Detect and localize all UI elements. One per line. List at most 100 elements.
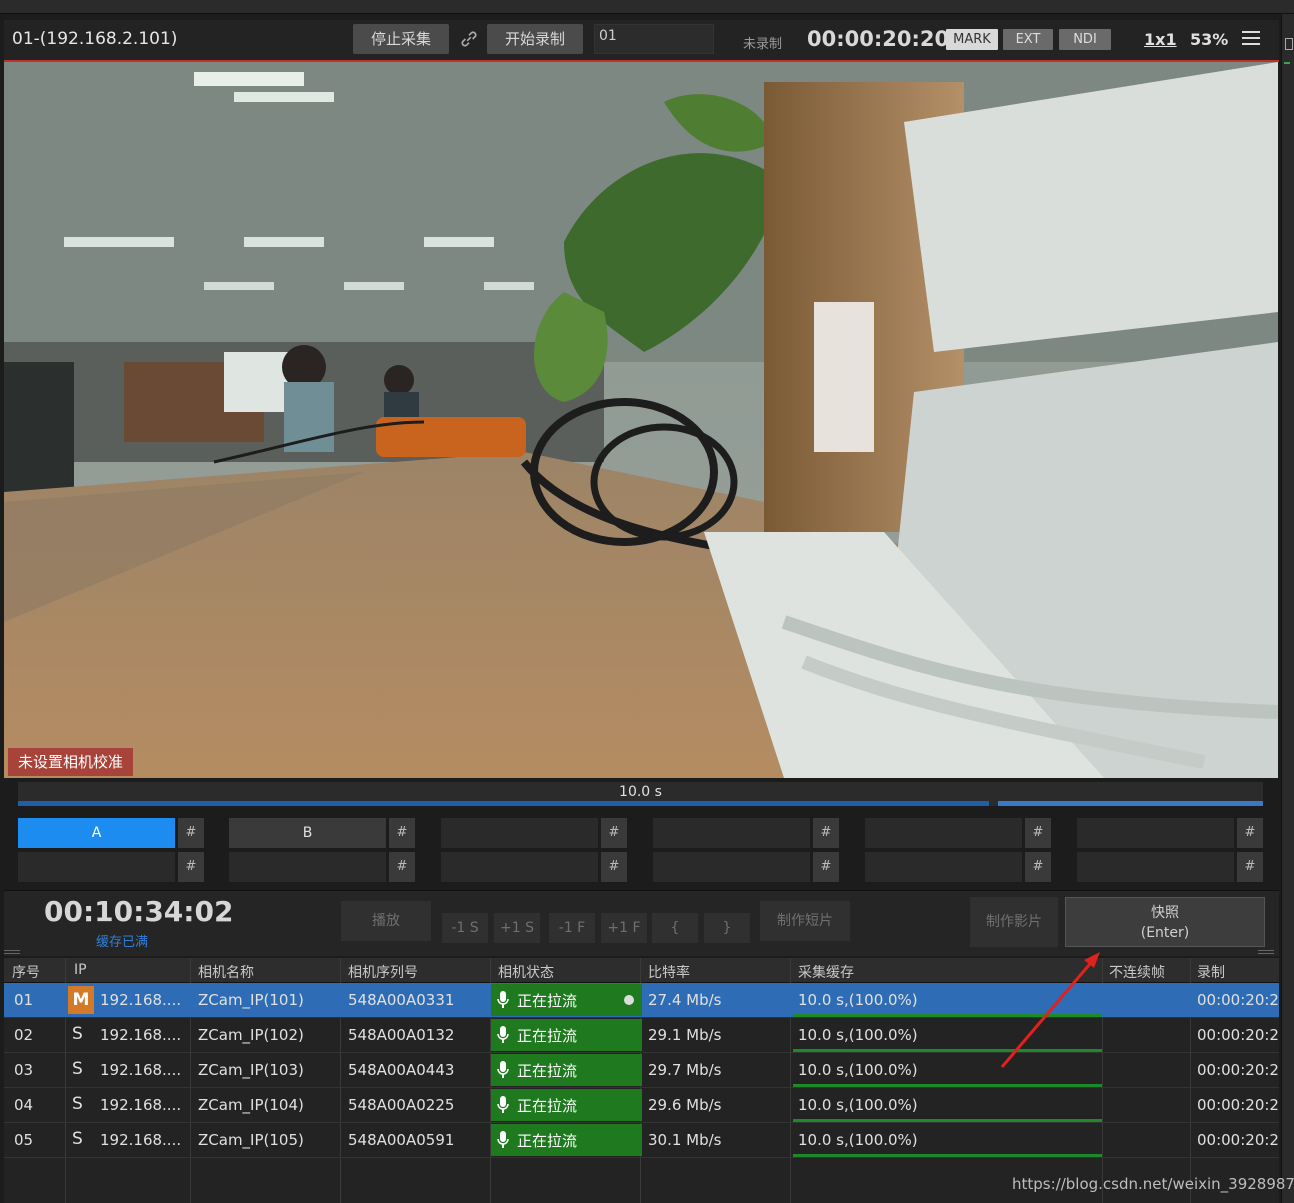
slot-b[interactable]: B	[229, 818, 386, 848]
slot-b-hash-button[interactable]: #	[389, 818, 415, 848]
row-status: 正在拉流	[491, 1124, 642, 1156]
hamburger-menu-icon[interactable]	[1242, 31, 1260, 47]
row-record-time: 00:00:20:20	[1197, 1131, 1279, 1149]
row-status: 正在拉流	[491, 1019, 642, 1051]
monitor-header: 01-(192.168.2.101) 停止采集 开始录制 01 未录制 00:0…	[4, 20, 1279, 62]
row-no: 02	[14, 1026, 34, 1044]
row-ip: 192.168....	[100, 1061, 182, 1079]
slot-4[interactable]	[653, 818, 810, 848]
plus-1f-button[interactable]: +1 F	[601, 913, 647, 943]
slot-5-hash-button[interactable]: #	[1025, 818, 1051, 848]
microphone-icon	[497, 991, 509, 1008]
row-buffer: 10.0 s,(100.0%)	[798, 1061, 918, 1079]
slot-6-hash-button[interactable]: #	[1237, 818, 1263, 848]
row-status-text: 正在拉流	[517, 1062, 578, 1080]
slot-a-hash-button[interactable]: #	[178, 818, 204, 848]
row-no: 05	[14, 1131, 34, 1149]
splitter-handle-right[interactable]	[1258, 950, 1274, 954]
record-timecode: 00:00:20:20	[807, 27, 950, 51]
row-camera-name: ZCam_IP(104)	[198, 1096, 304, 1114]
microphone-icon	[497, 1026, 509, 1043]
slot-row2-1-hash-button[interactable]: #	[178, 852, 204, 882]
row-buffer: 10.0 s,(100.0%)	[798, 1026, 918, 1044]
col-dropped[interactable]: 不连续帧	[1109, 962, 1165, 982]
slot-row2-5[interactable]	[865, 852, 1022, 882]
start-record-button[interactable]: 开始录制	[487, 24, 583, 54]
make-short-clip-button[interactable]: 制作短片	[760, 901, 850, 941]
microphone-icon	[497, 1131, 509, 1148]
plus-1s-button[interactable]: +1 S	[494, 913, 540, 943]
stop-capture-button[interactable]: 停止采集	[353, 24, 449, 54]
right-panel-edge	[1281, 14, 1294, 1203]
table-row[interactable]: 05 S 192.168.... ZCam_IP(105) 548A00A0591 正在拉…	[4, 1123, 1279, 1158]
col-record[interactable]: 录制	[1197, 962, 1225, 982]
ndi-toggle[interactable]: NDI	[1059, 29, 1111, 50]
slot-row2-2-hash-button[interactable]: #	[389, 852, 415, 882]
row-ip: 192.168....	[100, 1026, 182, 1044]
slot-3-hash-button[interactable]: #	[601, 818, 627, 848]
layout-selector[interactable]: 1x1	[1144, 30, 1177, 49]
playback-controls: 00:10:34:02 缓存已满 播放 -1 S +1 S -1 F +1 F …	[4, 890, 1279, 956]
splitter-handle-left[interactable]	[4, 950, 20, 954]
record-state-label: 未录制	[743, 37, 783, 52]
row-status: 正在拉流	[491, 1089, 642, 1121]
cache-timeline[interactable]: 10.0 s	[18, 782, 1263, 806]
col-no[interactable]: 序号	[12, 962, 40, 982]
minus-1s-button[interactable]: -1 S	[442, 913, 488, 943]
row-status-text: 正在拉流	[517, 992, 578, 1010]
slot-row2-3-hash-button[interactable]: #	[601, 852, 627, 882]
playback-timecode: 00:10:34:02	[44, 895, 234, 928]
clip-name-input[interactable]: 01	[594, 24, 714, 54]
play-button[interactable]: 播放	[341, 901, 431, 941]
slot-row2-1[interactable]	[18, 852, 175, 882]
slot-5[interactable]	[865, 818, 1022, 848]
slot-row2-2[interactable]	[229, 852, 386, 882]
row-ip: 192.168....	[100, 1131, 182, 1149]
col-ip[interactable]: IP	[74, 962, 87, 978]
row-status: 正在拉流	[491, 984, 642, 1016]
row-camera-name: ZCam_IP(102)	[198, 1026, 304, 1044]
slot-a[interactable]: A	[18, 818, 175, 848]
col-serial[interactable]: 相机序列号	[348, 962, 418, 982]
minus-1f-button[interactable]: -1 F	[549, 913, 595, 943]
table-row[interactable]: 04 S 192.168.... ZCam_IP(104) 548A00A0225 正在拉…	[4, 1088, 1279, 1123]
snapshot-shortcut: (Enter)	[1140, 925, 1190, 941]
camera-role-badge: S	[72, 1059, 83, 1079]
slot-4-hash-button[interactable]: #	[813, 818, 839, 848]
row-serial: 548A00A0331	[348, 991, 455, 1009]
slot-row2-6-hash-button[interactable]: #	[1237, 852, 1263, 882]
row-serial: 548A00A0225	[348, 1096, 455, 1114]
row-no: 03	[14, 1061, 34, 1079]
row-bitrate: 29.1 Mb/s	[648, 1026, 722, 1044]
row-camera-name: ZCam_IP(103)	[198, 1061, 304, 1079]
mark-out-button[interactable]: }	[704, 913, 750, 943]
camera-preview[interactable]	[4, 62, 1278, 778]
make-film-button[interactable]: 制作影片	[970, 897, 1058, 947]
col-bitrate[interactable]: 比特率	[648, 962, 690, 982]
zoom-level[interactable]: 53%	[1190, 30, 1228, 49]
ext-toggle[interactable]: EXT	[1003, 29, 1053, 50]
row-serial: 548A00A0443	[348, 1061, 455, 1079]
row-record-time: 00:00:20:20	[1197, 1026, 1279, 1044]
col-status[interactable]: 相机状态	[498, 962, 554, 982]
slot-row2-4[interactable]	[653, 852, 810, 882]
row-no: 04	[14, 1096, 34, 1114]
slot-6[interactable]	[1077, 818, 1234, 848]
col-camera-name[interactable]: 相机名称	[198, 962, 254, 982]
slot-row2-5-hash-button[interactable]: #	[1025, 852, 1051, 882]
col-buffer[interactable]: 采集缓存	[798, 962, 854, 982]
slot-3[interactable]	[441, 818, 598, 848]
camera-title: 01-(192.168.2.101)	[12, 29, 178, 49]
snapshot-button[interactable]: 快照 (Enter)	[1065, 897, 1265, 947]
slot-row2-3[interactable]	[441, 852, 598, 882]
row-buffer: 10.0 s,(100.0%)	[798, 1096, 918, 1114]
slot-row2-6[interactable]	[1077, 852, 1234, 882]
row-ip: 192.168....	[100, 991, 182, 1009]
slot-row2-4-hash-button[interactable]: #	[813, 852, 839, 882]
link-icon[interactable]	[458, 28, 480, 50]
cache-duration-label: 10.0 s	[619, 784, 662, 800]
mark-in-button[interactable]: {	[652, 913, 698, 943]
snapshot-label: 快照	[1151, 905, 1179, 921]
mark-toggle[interactable]: MARK	[946, 29, 998, 50]
camera-role-badge: M	[68, 986, 94, 1014]
